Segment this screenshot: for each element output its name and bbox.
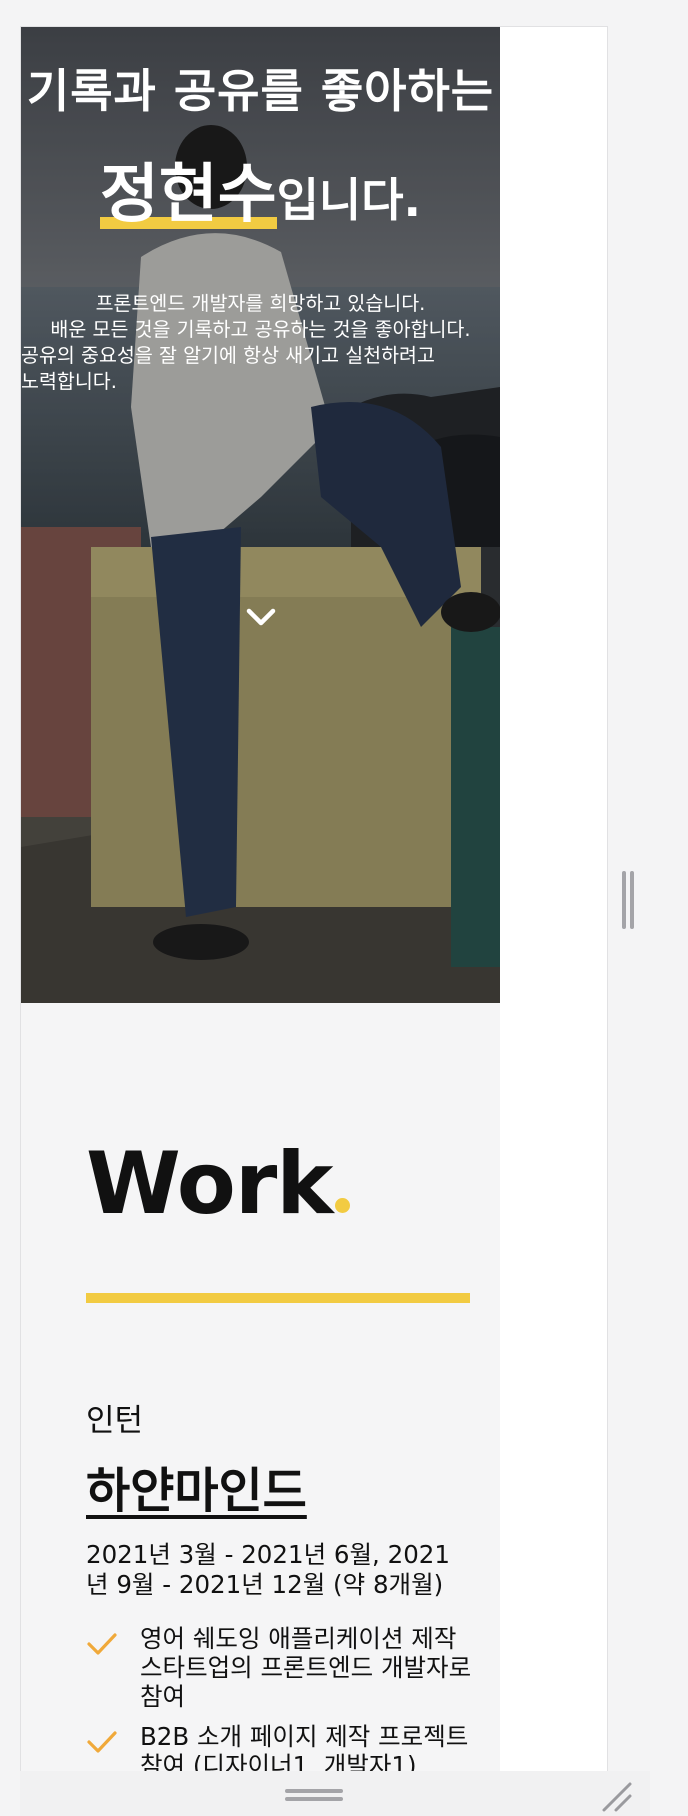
list-item: B2B 소개 페이지 제작 프로젝트 참여 (디자이너1, 개발자1) [86, 1722, 476, 1771]
hero-name-suffix: 입니다. [276, 173, 422, 227]
check-icon [87, 1633, 117, 1655]
hero-section: 기록과 공유를 좋아하는 정현수입니다. 프론트엔드 개발자를 희망하고 있습니… [21, 27, 500, 1003]
list-item-text: 영어 쉐도잉 애플리케이션 제작 스타트업의 프론트엔드 개발자로 참여 [140, 1624, 472, 1711]
hero-heading: 정현수입니다. [21, 158, 500, 232]
corner-resize-grip-icon[interactable] [596, 1776, 636, 1816]
grip-line [285, 1789, 343, 1793]
hero-description-line: 프론트엔드 개발자를 희망하고 있습니다. [95, 292, 426, 315]
hero-description-line: 배운 모든 것을 기록하고 공유하는 것을 좋아합니다. [50, 318, 471, 341]
responsive-viewer: 기록과 공유를 좋아하는 정현수입니다. 프론트엔드 개발자를 희망하고 있습니… [0, 0, 688, 1816]
chevron-down-icon[interactable] [243, 602, 279, 632]
work-role: 인턴 [86, 1403, 144, 1439]
hero-name-highlight: 정현수 [99, 158, 277, 232]
hero-tagline: 기록과 공유를 좋아하는 [26, 64, 495, 118]
work-achievement-list: 영어 쉐도잉 애플리케이션 제작 스타트업의 프론트엔드 개발자로 참여 B2B… [86, 1624, 476, 1771]
device-frame: 기록과 공유를 좋아하는 정현수입니다. 프론트엔드 개발자를 희망하고 있습니… [20, 26, 608, 1771]
list-item-text: B2B 소개 페이지 제작 프로젝트 참여 (디자이너1, 개발자1) [140, 1722, 469, 1771]
bottom-resize-bar [20, 1771, 650, 1816]
hero-description: 프론트엔드 개발자를 희망하고 있습니다. 배운 모든 것을 기록하고 공유하는… [21, 291, 500, 395]
portfolio-page[interactable]: 기록과 공유를 좋아하는 정현수입니다. 프론트엔드 개발자를 희망하고 있습니… [21, 27, 500, 1771]
width-resize-handle[interactable] [621, 871, 635, 929]
height-resize-handle[interactable] [285, 1789, 343, 1803]
list-item: 영어 쉐도잉 애플리케이션 제작 스타트업의 프론트엔드 개발자로 참여 [86, 1624, 476, 1711]
grip-line [630, 871, 634, 929]
grip-line [285, 1797, 343, 1801]
check-icon [87, 1731, 117, 1753]
work-divider [86, 1293, 470, 1303]
work-heading: Work [86, 1141, 351, 1227]
work-company-link[interactable]: 하얀마인드 [86, 1451, 307, 1521]
work-period: 2021년 3월 - 2021년 6월, 2021년 9월 - 2021년 12… [86, 1540, 450, 1599]
hero-description-line: 노력합니다. [21, 370, 117, 393]
grip-line [622, 871, 626, 929]
hero-description-line: 공유의 중요성을 잘 알기에 항상 새기고 실천하려고 [21, 344, 435, 367]
work-heading-dot [335, 1198, 351, 1213]
work-heading-text: Work [86, 1134, 333, 1234]
